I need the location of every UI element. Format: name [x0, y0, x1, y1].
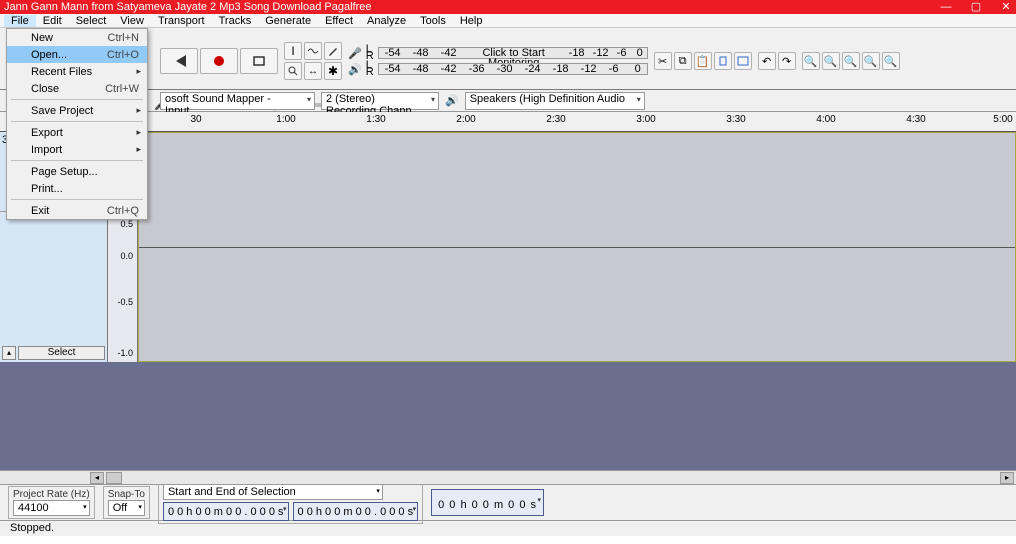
status-bar: Stopped.: [0, 520, 1016, 536]
selection-tool[interactable]: I: [284, 42, 302, 60]
fit-project-button[interactable]: 🔍: [862, 52, 880, 70]
menu-open[interactable]: Open...Ctrl+O: [7, 46, 147, 63]
selection-toolbar: Project Rate (Hz) 44100▾ Snap-To Off▾ St…: [0, 484, 1016, 520]
menu-help[interactable]: Help: [453, 15, 490, 27]
file-menu-dropdown: NewCtrl+N Open...Ctrl+O Recent Files▸ Cl…: [6, 28, 148, 220]
empty-track-area[interactable]: [0, 362, 1016, 470]
menu-print[interactable]: Print...: [7, 180, 147, 197]
menu-recent-files[interactable]: Recent Files▸: [7, 63, 147, 80]
title-bar: Jann Gann Mann from Satyameva Jayate 2 M…: [0, 0, 1016, 14]
menu-transport[interactable]: Transport: [151, 15, 212, 27]
menu-new[interactable]: NewCtrl+N: [7, 29, 147, 46]
undo-button[interactable]: ↶: [758, 52, 776, 70]
zoom-out-button[interactable]: 🔍: [822, 52, 840, 70]
audio-position[interactable]: 0 0 h 0 0 m 0 0 s▾: [431, 489, 544, 516]
scroll-right-button[interactable]: ▸: [1000, 472, 1014, 484]
skip-start-button[interactable]: [160, 48, 198, 74]
zoom-toggle-button[interactable]: 🔍: [882, 52, 900, 70]
snap-to-block: Snap-To Off▾: [103, 486, 150, 519]
paste-button[interactable]: 📋: [694, 52, 712, 70]
speaker-icon: 🔊: [348, 63, 362, 76]
playback-meter[interactable]: -54 -48 -42 -36 -30 -24 -18 -12 -6 0: [378, 63, 648, 75]
project-rate-select[interactable]: 44100▾: [13, 500, 90, 516]
scroll-left-button[interactable]: ◂: [90, 472, 104, 484]
menu-tracks[interactable]: Tracks: [212, 15, 259, 27]
redo-button[interactable]: ↷: [778, 52, 796, 70]
menu-edit[interactable]: Edit: [36, 15, 69, 27]
selection-mode-select[interactable]: Start and End of Selection▾: [163, 484, 383, 500]
menu-separator: [11, 199, 143, 200]
cut-button[interactable]: ✂: [654, 52, 672, 70]
transport-toolbar: [160, 48, 278, 74]
menu-export[interactable]: Export▸: [7, 124, 147, 141]
selection-start-time[interactable]: 0 0 h 0 0 m 0 0 . 0 0 0 s▾: [163, 502, 289, 521]
trim-button[interactable]: [714, 52, 732, 70]
selection-end-time[interactable]: 0 0 h 0 0 m 0 0 . 0 0 0 s▾: [293, 502, 419, 521]
minimize-button[interactable]: —: [940, 1, 952, 13]
menu-separator: [11, 99, 143, 100]
selection-block: Start and End of Selection▾ 0 0 h 0 0 m …: [158, 481, 423, 524]
loop-button[interactable]: [240, 48, 278, 74]
menu-separator: [11, 121, 143, 122]
menu-effect[interactable]: Effect: [318, 15, 360, 27]
menu-file[interactable]: File: [4, 15, 36, 27]
menu-import[interactable]: Import▸: [7, 141, 147, 158]
menu-tools[interactable]: Tools: [413, 15, 453, 27]
project-rate-block: Project Rate (Hz) 44100▾: [8, 486, 95, 519]
menu-page-setup[interactable]: Page Setup...: [7, 163, 147, 180]
speaker-icon: 🔊: [445, 94, 459, 107]
meter-toolbar: 🎤 LR -54 -48 -42 Click to Start Monitori…: [348, 46, 648, 76]
playback-device-select[interactable]: Speakers (High Definition Audio▾: [465, 92, 645, 110]
menu-exit[interactable]: ExitCtrl+Q: [7, 202, 147, 219]
edit-toolbar: ✂ ⧉ 📋: [654, 52, 752, 70]
menu-save-project[interactable]: Save Project▸: [7, 102, 147, 119]
zoom-tool[interactable]: [284, 62, 302, 80]
waveform-canvas[interactable]: [138, 132, 1016, 362]
horizontal-scrollbar[interactable]: ◂ ▸: [0, 470, 1016, 484]
menu-close[interactable]: CloseCtrl+W: [7, 80, 147, 97]
track-area: 32-bit float ▴ Select -0.5 -1.0 1.0 0.5 …: [0, 132, 1016, 362]
menu-view[interactable]: View: [113, 15, 151, 27]
record-meter[interactable]: -54 -48 -42 Click to Start Monitoring -1…: [378, 47, 648, 59]
track-select-button[interactable]: Select: [18, 346, 105, 360]
close-button[interactable]: ✕: [1000, 1, 1012, 13]
window-title: Jann Gann Mann from Satyameva Jayate 2 M…: [4, 1, 940, 13]
snap-to-select[interactable]: Off▾: [108, 500, 145, 516]
toolbar-area: I ↔ ✱ 🎤 LR -54 -48 -42 Click to Start Mo…: [0, 28, 1016, 90]
multi-tool[interactable]: ✱: [324, 62, 342, 80]
menu-generate[interactable]: Generate: [258, 15, 318, 27]
draw-tool[interactable]: [324, 42, 342, 60]
track-collapse-button[interactable]: ▴: [2, 346, 16, 360]
record-channels-select[interactable]: 2 (Stereo) Recording Chann▾: [321, 92, 439, 110]
envelope-tool[interactable]: [304, 42, 322, 60]
timeshift-tool[interactable]: ↔: [304, 62, 322, 80]
menu-bar: File Edit Select View Transport Tracks G…: [0, 14, 1016, 28]
timeline-ruler[interactable]: 30 1:00 1:30 2:00 2:30 3:00 3:30 4:00 4:…: [0, 112, 1016, 132]
scroll-thumb[interactable]: [106, 472, 122, 484]
zoom-in-button[interactable]: 🔍: [802, 52, 820, 70]
menu-select[interactable]: Select: [69, 15, 114, 27]
record-button[interactable]: [200, 48, 238, 74]
tools-toolbar: I ↔ ✱: [284, 42, 342, 80]
menu-separator: [11, 160, 143, 161]
fit-selection-button[interactable]: 🔍: [842, 52, 860, 70]
maximize-button[interactable]: ▢: [970, 1, 982, 13]
silence-button[interactable]: [734, 52, 752, 70]
menu-analyze[interactable]: Analyze: [360, 15, 413, 27]
mic-icon: 🎤: [348, 47, 362, 60]
audio-host-select[interactable]: osoft Sound Mapper - Input▾: [160, 92, 315, 110]
copy-button[interactable]: ⧉: [674, 52, 692, 70]
